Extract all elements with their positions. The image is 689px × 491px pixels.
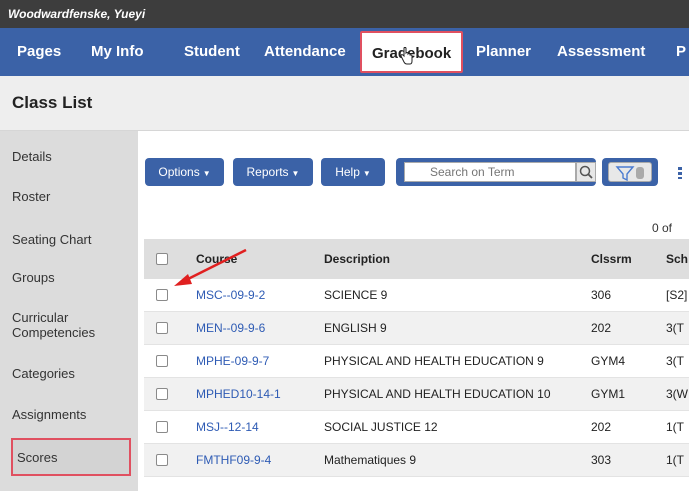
row-checkbox[interactable] <box>156 322 168 334</box>
search-container <box>396 158 596 186</box>
sidebar-item-seating-chart[interactable]: Seating Chart <box>12 232 92 247</box>
table-row[interactable]: MEN--09-9-6 ENGLISH 9 202 3(T <box>144 312 689 345</box>
course-link[interactable]: MEN--09-9-6 <box>196 321 265 335</box>
filter-inner <box>608 162 652 182</box>
sidebar-item-scores-label: Scores <box>17 450 58 465</box>
sidebar-item-curricular-competencies[interactable]: Curricular Competencies <box>12 310 132 340</box>
page-title-bar: Class List <box>0 76 689 131</box>
tab-my-info[interactable]: My Info <box>91 28 144 76</box>
search-button[interactable] <box>576 162 596 182</box>
description-cell: PHYSICAL AND HEALTH EDUCATION 10 <box>324 387 551 401</box>
table-row[interactable]: MSC--09-9-2 SCIENCE 9 306 [S2] <box>144 279 689 312</box>
column-header-clssrm[interactable]: Clssrm <box>591 252 632 266</box>
help-button[interactable]: Help ▼ <box>321 158 385 186</box>
classroom-cell: 202 <box>591 420 612 434</box>
hand-cursor-icon <box>400 47 413 65</box>
description-cell: SCIENCE 9 <box>324 288 388 302</box>
main-content: Options ▼ Reports ▼ Help ▼ Search on Ter… <box>138 131 689 491</box>
search-input[interactable] <box>404 162 576 182</box>
tab-student[interactable]: Student <box>184 28 240 76</box>
sidebar-item-categories[interactable]: Categories <box>12 366 75 381</box>
reports-button[interactable]: Reports ▼ <box>233 158 313 186</box>
schedule-cell: 1(T <box>666 420 684 434</box>
classroom-cell: 202 <box>591 321 612 335</box>
schedule-cell: 3(T <box>666 321 684 335</box>
schedule-cell: 3(W <box>666 387 688 401</box>
description-cell: SOCIAL JUSTICE 12 <box>324 420 438 434</box>
classroom-cell: GYM4 <box>591 354 626 368</box>
course-link[interactable]: MSC--09-9-2 <box>196 288 265 302</box>
classroom-cell: 303 <box>591 453 612 467</box>
course-link[interactable]: FMTHF09-9-4 <box>196 453 271 467</box>
row-checkbox[interactable] <box>156 454 168 466</box>
table-row[interactable]: MPHED10-14-1 PHYSICAL AND HEALTH EDUCATI… <box>144 378 689 411</box>
caret-down-icon: ▼ <box>291 169 300 178</box>
options-button[interactable]: Options ▼ <box>145 158 224 186</box>
caret-down-icon: ▼ <box>362 169 371 178</box>
filter-icon <box>615 166 644 182</box>
sidebar-item-assignments[interactable]: Assignments <box>12 407 86 422</box>
table-row[interactable]: MSJ--12-14 SOCIAL JUSTICE 12 202 1(T <box>144 411 689 444</box>
help-label: Help <box>335 165 360 179</box>
classroom-cell: GYM1 <box>591 387 626 401</box>
tab-assessment[interactable]: Assessment <box>557 28 645 76</box>
tab-p[interactable]: P <box>676 28 686 76</box>
schedule-cell: 1(T <box>666 453 684 467</box>
tab-planner[interactable]: Planner <box>476 28 531 76</box>
description-cell: ENGLISH 9 <box>324 321 387 335</box>
description-cell: Mathematiques 9 <box>324 453 417 467</box>
filter-button[interactable] <box>602 158 658 186</box>
row-checkbox[interactable] <box>156 355 168 367</box>
top-navigation: Pages My Info Student Attendance Gradebo… <box>0 28 689 76</box>
page-title: Class List <box>12 93 93 112</box>
schedule-cell: 3(T <box>666 354 684 368</box>
row-checkbox[interactable] <box>156 421 168 433</box>
sidebar-item-scores[interactable]: Scores <box>11 438 131 476</box>
column-header-sch[interactable]: Sch <box>666 252 688 266</box>
course-link[interactable]: MSJ--12-14 <box>196 420 259 434</box>
column-header-course[interactable]: Course <box>196 252 237 266</box>
caret-down-icon: ▼ <box>202 169 211 178</box>
more-icon[interactable] <box>678 167 684 179</box>
table-row[interactable]: FMTHF09-9-4 Mathematiques 9 303 1(T <box>144 444 689 477</box>
sidebar-item-details[interactable]: Details <box>12 149 52 164</box>
classroom-cell: 306 <box>591 288 612 302</box>
sidebar-item-roster[interactable]: Roster <box>12 189 50 204</box>
schedule-cell: [S2] <box>666 288 688 302</box>
row-checkbox[interactable] <box>156 388 168 400</box>
table-header: Course Description Clssrm Sch <box>144 239 689 279</box>
search-icon <box>579 165 593 179</box>
tab-pages[interactable]: Pages <box>17 28 61 76</box>
row-checkbox[interactable] <box>156 289 168 301</box>
user-name-bar: Woodwardfenske, Yueyi <box>0 0 689 28</box>
description-cell: PHYSICAL AND HEALTH EDUCATION 9 <box>324 354 544 368</box>
table-row[interactable]: MPHE-09-9-7 PHYSICAL AND HEALTH EDUCATIO… <box>144 345 689 378</box>
tab-attendance[interactable]: Attendance <box>264 28 346 76</box>
course-link[interactable]: MPHED10-14-1 <box>196 387 281 401</box>
sidebar-item-groups[interactable]: Groups <box>12 270 55 285</box>
tab-gradebook[interactable]: Gradebook <box>360 31 464 73</box>
reports-label: Reports <box>246 165 289 179</box>
options-label: Options <box>158 165 200 179</box>
column-header-description[interactable]: Description <box>324 252 390 266</box>
sidebar: Details Roster Seating Chart Groups Curr… <box>0 131 138 491</box>
course-link[interactable]: MPHE-09-9-7 <box>196 354 269 368</box>
result-count: 0 of <box>652 221 673 235</box>
select-all-checkbox[interactable] <box>156 253 168 265</box>
